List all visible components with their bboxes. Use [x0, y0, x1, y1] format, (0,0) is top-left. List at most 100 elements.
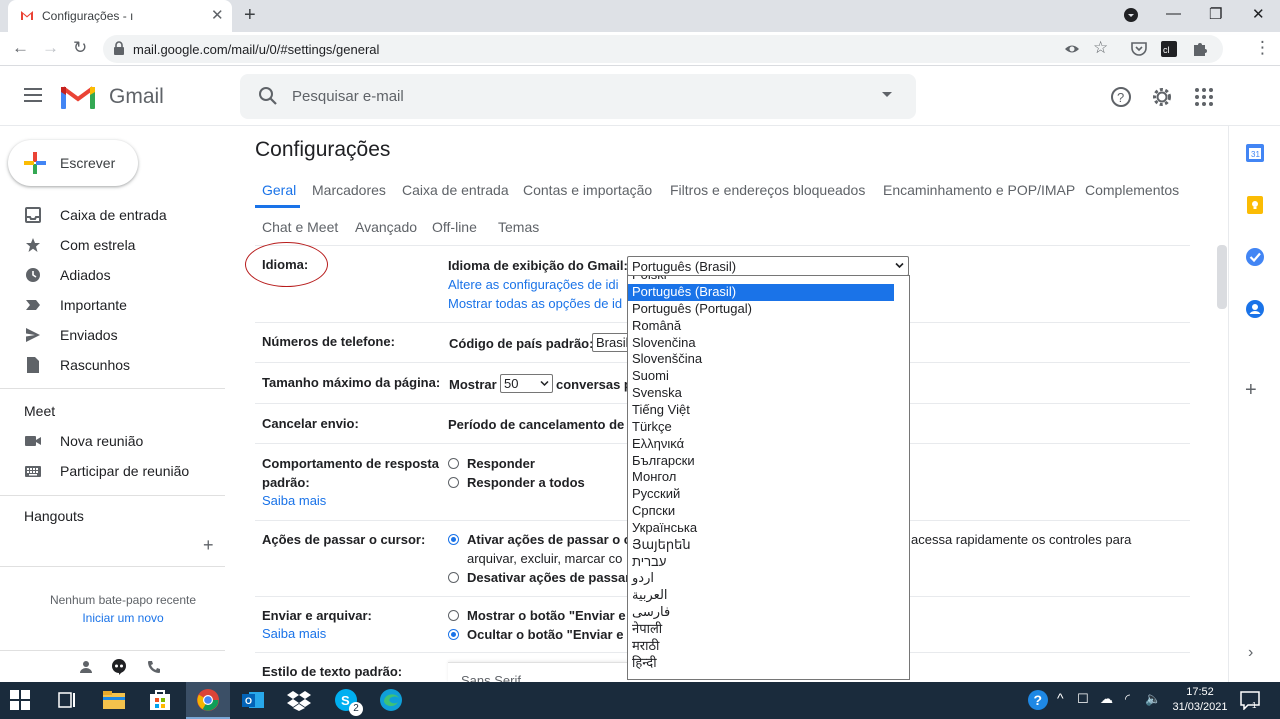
pocket-icon[interactable]: [1130, 40, 1148, 58]
gmail-logo-icon[interactable]: [61, 84, 95, 109]
settings-gear-icon[interactable]: [1151, 86, 1173, 108]
nav-item-sent[interactable]: Enviados: [0, 320, 232, 350]
tab-themes[interactable]: Temas: [498, 219, 539, 235]
browser-menu-icon[interactable]: ⋮: [1254, 38, 1271, 58]
reply-all-radio[interactable]: [448, 477, 459, 488]
help-icon[interactable]: ?: [1110, 86, 1132, 108]
extensions-puzzle-icon[interactable]: [1191, 40, 1209, 58]
tab-filters[interactable]: Filtros e endereços bloqueados: [670, 182, 865, 198]
eye-icon[interactable]: [1063, 40, 1081, 58]
language-option[interactable]: Română: [628, 318, 894, 335]
nav-item-inbox[interactable]: Caixa de entrada: [0, 200, 232, 230]
network-tray-icon[interactable]: ☐: [1077, 691, 1089, 707]
language-option[interactable]: Slovenčina: [628, 335, 894, 352]
language-option[interactable]: Ελληνικά: [628, 436, 894, 453]
language-option[interactable]: Svenska: [628, 385, 894, 402]
tab-inbox[interactable]: Caixa de entrada: [402, 182, 509, 198]
language-option[interactable]: العربية: [628, 587, 894, 604]
show-all-language-options-link[interactable]: Mostrar todas as opções de id: [448, 296, 622, 311]
search-icon[interactable]: [258, 86, 278, 106]
add-addon-icon[interactable]: +: [1245, 379, 1257, 402]
phone-icon[interactable]: [147, 660, 161, 674]
language-option[interactable]: Português (Brasil): [628, 284, 894, 301]
new-tab-icon[interactable]: +: [244, 4, 256, 27]
tab-labels[interactable]: Marcadores: [312, 182, 386, 198]
minimize-icon[interactable]: —: [1166, 5, 1181, 22]
forward-icon[interactable]: →: [42, 38, 59, 58]
language-option[interactable]: Türkçe: [628, 419, 894, 436]
contacts-icon[interactable]: [1245, 299, 1265, 319]
edge-icon[interactable]: [379, 688, 403, 712]
calendar-icon[interactable]: 31: [1245, 143, 1265, 163]
hangouts-chat-icon[interactable]: [111, 659, 127, 675]
nav-item-join-meeting[interactable]: Participar de reunião: [0, 456, 232, 486]
apps-grid-icon[interactable]: [1193, 86, 1215, 108]
add-chat-icon[interactable]: +: [203, 535, 214, 556]
profile-menu-icon[interactable]: [1124, 8, 1138, 22]
cloud-tray-icon[interactable]: ☁: [1100, 691, 1113, 707]
browser-tab[interactable]: Configurações - ı ✕: [8, 0, 232, 32]
language-option[interactable]: اردو: [628, 570, 894, 587]
send-archive-learn-more-link[interactable]: Saiba mais: [262, 626, 326, 641]
language-option[interactable]: Монгол: [628, 469, 894, 486]
reply-radio[interactable]: [448, 458, 459, 469]
page-size-select[interactable]: 50: [500, 374, 553, 393]
window-close-icon[interactable]: ✕: [1252, 5, 1265, 23]
language-option[interactable]: Українська: [628, 520, 894, 537]
nav-item-new-meeting[interactable]: Nova reunião: [0, 426, 232, 456]
outlook-icon[interactable]: O: [241, 688, 265, 712]
help-tray-icon[interactable]: ?: [1027, 689, 1049, 711]
bookmark-star-icon[interactable]: ☆: [1093, 38, 1108, 58]
back-icon[interactable]: ←: [12, 38, 29, 58]
tab-addons[interactable]: Complementos: [1085, 182, 1179, 198]
language-option[interactable]: Polski: [628, 276, 894, 284]
store-icon[interactable]: [148, 688, 172, 712]
main-menu-icon[interactable]: [24, 88, 42, 102]
language-option[interactable]: Русский: [628, 486, 894, 503]
tab-offline[interactable]: Off-line: [432, 219, 477, 235]
language-option[interactable]: Српски: [628, 503, 894, 520]
task-view-icon[interactable]: [57, 690, 77, 710]
nav-item-drafts[interactable]: Rascunhos: [0, 350, 232, 380]
restore-icon[interactable]: ❐: [1209, 5, 1222, 23]
keep-icon[interactable]: [1245, 195, 1265, 215]
language-option[interactable]: Slovenščina: [628, 351, 894, 368]
language-option[interactable]: עברית: [628, 554, 894, 571]
tab-advanced[interactable]: Avançado: [355, 219, 417, 235]
language-option[interactable]: فارسی: [628, 604, 894, 621]
wifi-tray-icon[interactable]: ◜: [1125, 691, 1130, 707]
windows-start-icon[interactable]: [10, 690, 30, 710]
language-option[interactable]: Български: [628, 453, 894, 470]
language-option[interactable]: Suomi: [628, 368, 894, 385]
display-language-select[interactable]: Português (Brasil): [627, 256, 909, 276]
search-input[interactable]: [292, 84, 852, 109]
country-code-select[interactable]: Brasil: [592, 333, 632, 352]
tab-close-icon[interactable]: ✕: [211, 6, 224, 24]
tray-chevron-up-icon[interactable]: ^: [1057, 690, 1064, 706]
compose-button[interactable]: Escrever: [8, 140, 138, 186]
language-option[interactable]: Tiếng Việt: [628, 402, 894, 419]
enable-hover-radio[interactable]: [448, 534, 459, 545]
tasks-icon[interactable]: [1245, 247, 1265, 267]
file-explorer-icon[interactable]: [102, 688, 126, 712]
disable-hover-radio[interactable]: [448, 572, 459, 583]
volume-tray-icon[interactable]: 🔈: [1145, 691, 1161, 707]
nav-item-snoozed[interactable]: Adiados: [0, 260, 232, 290]
show-send-archive-radio[interactable]: [448, 610, 459, 621]
tab-general[interactable]: Geral: [262, 182, 296, 198]
tab-chat-meet[interactable]: Chat e Meet: [262, 219, 338, 235]
extension-cl-icon[interactable]: cl: [1160, 40, 1178, 58]
address-bar[interactable]: mail.google.com/mail/u/0/#settings/gener…: [103, 35, 1223, 63]
reply-learn-more-link[interactable]: Saiba mais: [262, 493, 326, 508]
reload-icon[interactable]: ↻: [73, 38, 87, 58]
language-option[interactable]: नेपाली: [628, 621, 894, 638]
change-language-link[interactable]: Altere as configurações de idi: [448, 277, 619, 292]
tab-forwarding[interactable]: Encaminhamento e POP/IMAP: [883, 182, 1075, 198]
language-option[interactable]: Português (Portugal): [628, 301, 894, 318]
start-new-chat-link[interactable]: Iniciar um novo: [0, 611, 246, 625]
chrome-taskbar-active[interactable]: [186, 682, 230, 719]
chevron-right-icon[interactable]: ›: [1248, 644, 1253, 662]
tab-accounts[interactable]: Contas e importação: [523, 182, 652, 198]
settings-scrollbar-thumb[interactable]: [1217, 245, 1227, 309]
search-options-icon[interactable]: [882, 92, 892, 97]
